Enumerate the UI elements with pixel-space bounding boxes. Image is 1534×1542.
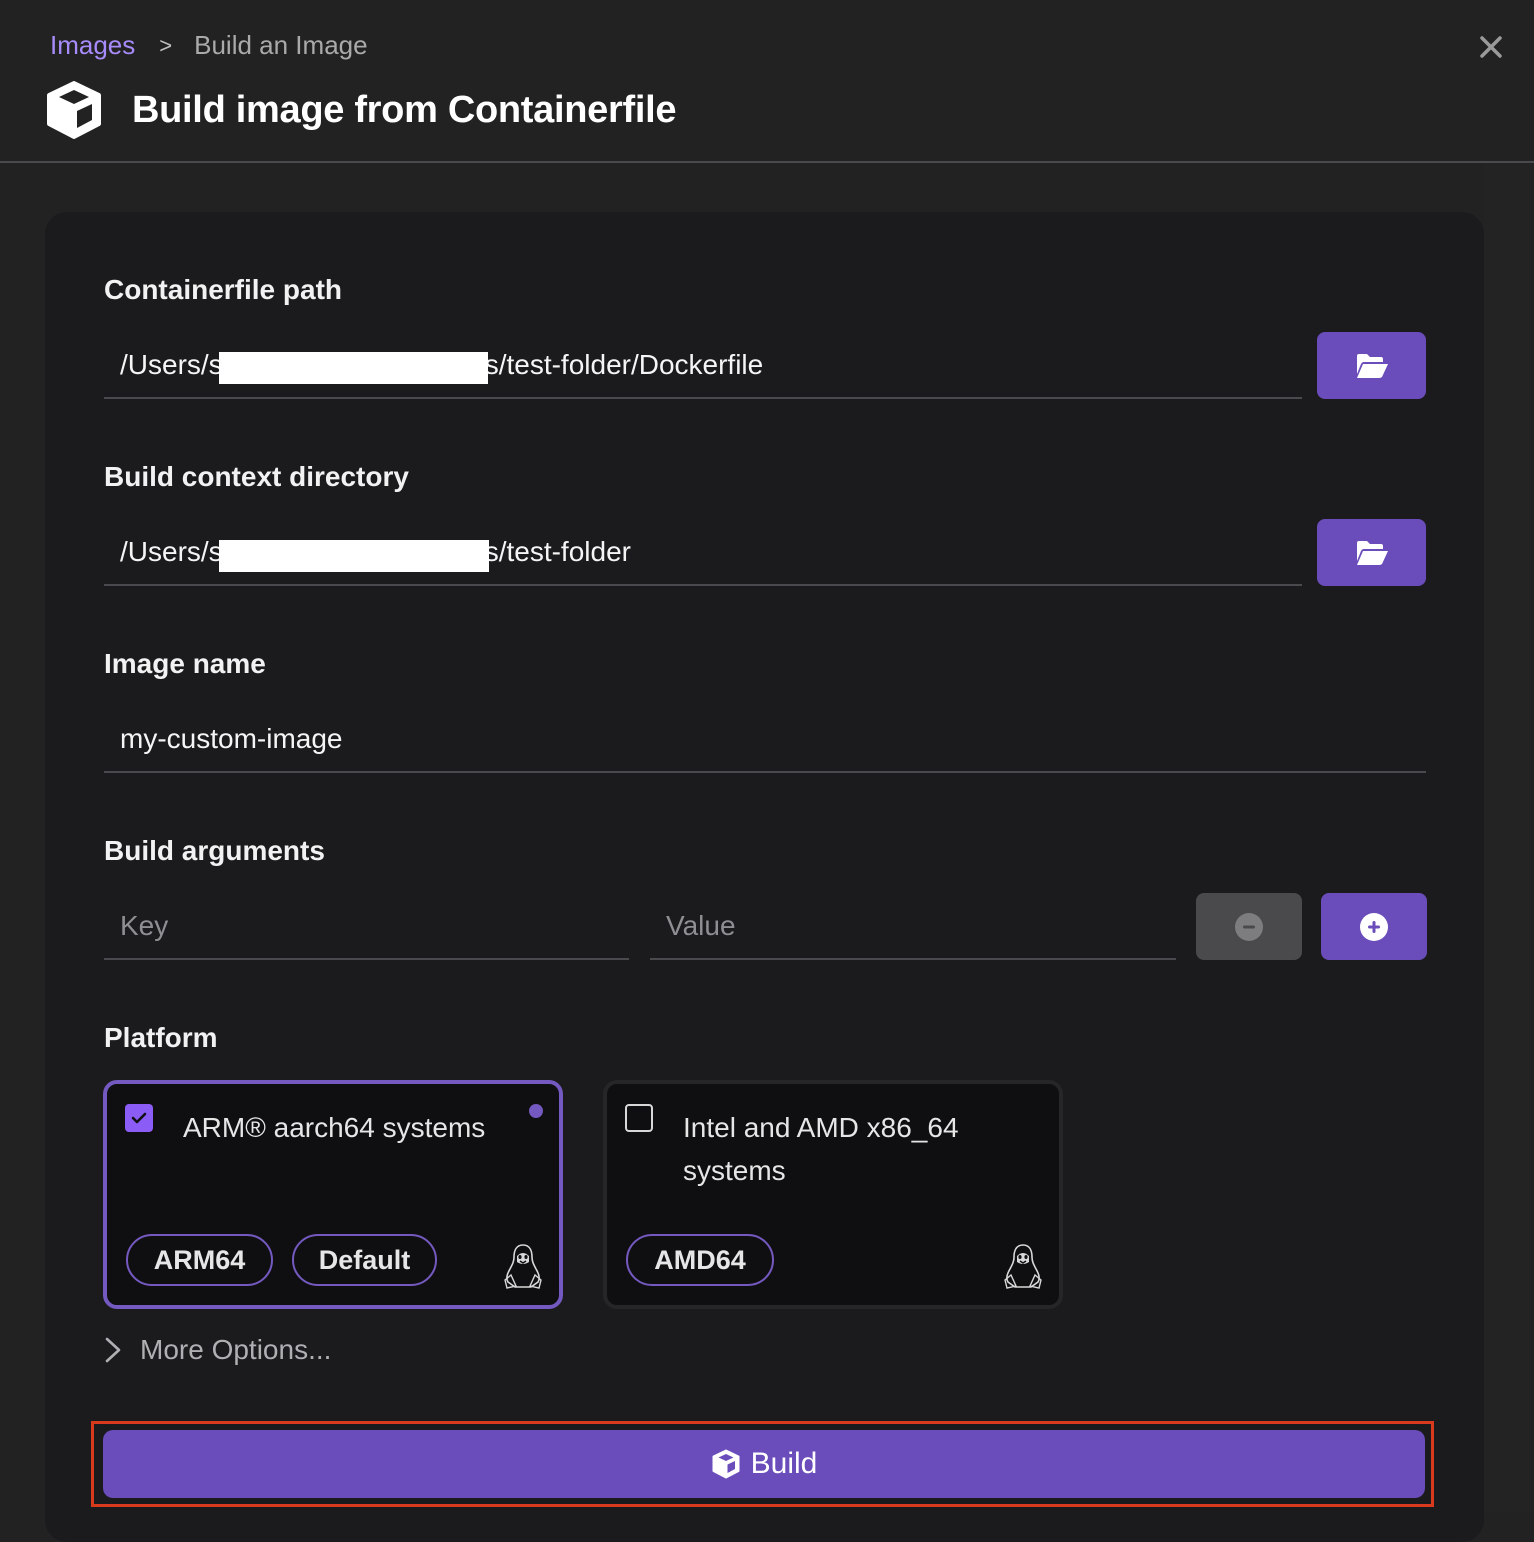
build-arg-key-input[interactable] — [104, 910, 629, 942]
containerfile-path-label: Containerfile path — [104, 274, 343, 305]
remove-build-arg-button[interactable] — [1196, 893, 1302, 960]
cube-icon — [712, 1449, 740, 1479]
platform-option-amd64[interactable]: Intel and AMD x86_64 systems AMD64 — [603, 1080, 1063, 1309]
platform-checkbox[interactable] — [625, 1104, 653, 1132]
close-button[interactable] — [1474, 30, 1508, 64]
add-build-arg-button[interactable] — [1321, 893, 1427, 960]
scrollbar-track — [1484, 163, 1534, 1512]
title-row: Build image from Containerfile — [44, 80, 676, 140]
minus-circle-icon — [1235, 912, 1263, 941]
containerfile-path-prefix: /Users/s — [120, 349, 223, 380]
breadcrumb-current: Build an Image — [194, 30, 368, 60]
browse-containerfile-button[interactable] — [1317, 332, 1426, 399]
more-options-toggle[interactable]: More Options... — [104, 1334, 331, 1366]
build-context-label: Build context directory — [104, 461, 409, 492]
breadcrumb-separator: > — [159, 32, 173, 58]
build-arg-value-field — [650, 894, 1176, 960]
platform-option-arm64[interactable]: ARM® aarch64 systems ARM64 Default — [103, 1080, 563, 1309]
breadcrumb: Images > Build an Image — [50, 30, 368, 61]
folder-open-icon — [1356, 353, 1388, 378]
platform-label: Platform — [104, 1022, 218, 1053]
build-arg-value-input[interactable] — [650, 910, 1176, 942]
page-header: Images > Build an Image Build image from… — [0, 0, 1534, 163]
selected-indicator-dot — [529, 1104, 543, 1118]
build-arguments-label: Build arguments — [104, 835, 325, 866]
build-arg-key-field — [104, 894, 629, 960]
redaction-box — [219, 352, 488, 384]
check-icon — [131, 1112, 147, 1124]
linux-icon — [504, 1244, 542, 1289]
containerfile-path-suffix: s/test-folder/Dockerfile — [484, 349, 764, 380]
page-title: Build image from Containerfile — [132, 88, 677, 131]
build-button-label: Build — [750, 1447, 818, 1480]
browse-context-button[interactable] — [1317, 519, 1426, 586]
cube-icon — [47, 81, 101, 139]
plus-circle-icon — [1360, 912, 1388, 941]
image-name-input[interactable] — [104, 723, 1426, 755]
platform-checkbox[interactable] — [125, 1104, 153, 1132]
build-context-prefix: /Users/s — [120, 536, 223, 567]
more-options-label: More Options... — [140, 1334, 332, 1365]
build-button[interactable]: Build — [103, 1430, 1425, 1498]
chip-arm64: ARM64 — [126, 1234, 273, 1286]
platform-title: ARM® aarch64 systems — [183, 1112, 486, 1143]
folder-open-icon — [1356, 540, 1388, 565]
platform-title: Intel and AMD x86_64 systems — [683, 1112, 959, 1186]
image-name-field — [104, 707, 1426, 773]
image-name-label: Image name — [104, 648, 266, 679]
linux-icon — [1004, 1244, 1042, 1289]
close-icon — [1480, 36, 1502, 58]
chevron-right-icon — [105, 1337, 121, 1363]
redaction-box — [219, 540, 489, 572]
build-context-suffix: s/test-folder — [484, 536, 631, 567]
chip-amd64: AMD64 — [626, 1234, 774, 1286]
breadcrumb-images-link[interactable]: Images — [50, 30, 135, 61]
chip-default: Default — [292, 1234, 437, 1286]
